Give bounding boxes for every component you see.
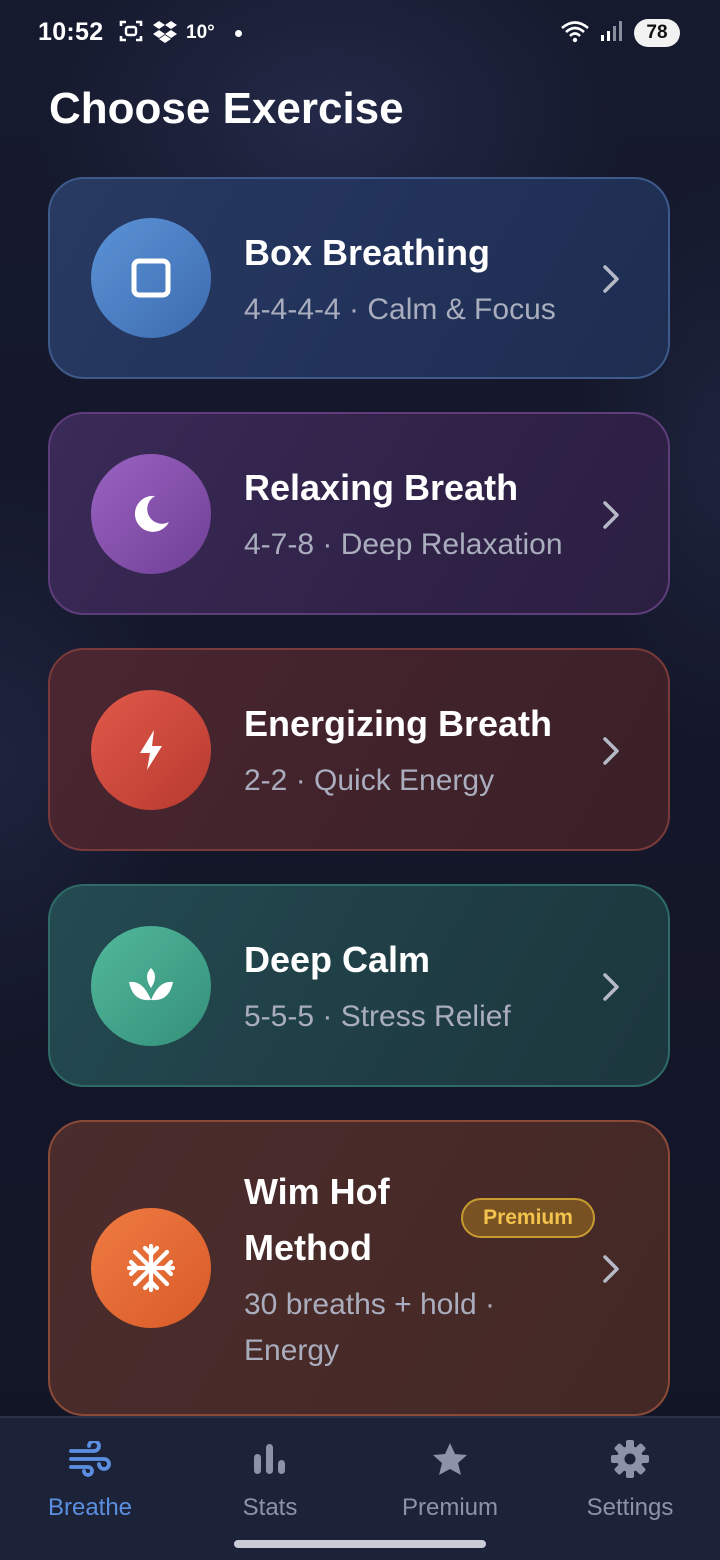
status-temperature: 10° [186, 22, 215, 43]
exercise-title: Deep Calm [244, 939, 431, 980]
chevron-right-icon [603, 501, 619, 529]
home-indicator[interactable] [234, 1540, 486, 1548]
chevron-right-icon [603, 973, 619, 1001]
nav-label: Premium [401, 1494, 498, 1521]
exercise-subtitle: 2-2 · Quick Energy [244, 764, 495, 797]
exercise-subtitle-line-2: Energy [244, 1334, 340, 1367]
lightning-icon [91, 690, 211, 810]
snowflake-icon [91, 1208, 211, 1328]
nav-label: Breathe [47, 1494, 133, 1521]
nav-item-breathe[interactable]: Breathe [0, 1418, 180, 1528]
square-icon [91, 218, 211, 338]
status-bar: 10:52 10° 78 [0, 0, 720, 68]
exercise-subtitle: 5-5-5 · Stress Relief [244, 1000, 511, 1033]
battery-indicator: 78 [634, 19, 680, 47]
exercise-card-deep-calm[interactable]: Deep Calm 5-5-5 · Stress Relief [48, 884, 670, 1087]
nav-item-settings[interactable]: Settings [540, 1418, 720, 1528]
dropbox-icon [152, 19, 178, 48]
screen-capture-icon [118, 18, 144, 49]
exercise-card-relaxing-breath[interactable]: Relaxing Breath 4-7-8 · Deep Relaxation [48, 412, 670, 615]
status-icons-left: 10° [118, 19, 242, 47]
exercise-subtitle-line-1: 30 breaths + hold · [244, 1288, 496, 1321]
page-title: Choose Exercise [49, 84, 404, 133]
exercise-subtitle: 4-7-8 · Deep Relaxation [244, 528, 563, 561]
wind-icon [68, 1438, 112, 1480]
chevron-right-icon [603, 265, 619, 293]
app-screen: 10:52 10° 78 Choose Exercise Box Breathi… [0, 0, 720, 1560]
exercise-card-box-breathing[interactable]: Box Breathing 4-4-4-4 · Calm & Focus [48, 177, 670, 379]
status-time: 10:52 [38, 18, 104, 46]
bottom-navigation: Breathe Stats Premium Settings [0, 1416, 720, 1560]
exercise-title-line-1: Wim Hof [244, 1171, 390, 1212]
star-icon [428, 1438, 472, 1480]
nav-item-premium[interactable]: Premium [360, 1418, 540, 1528]
exercise-title: Energizing Breath [244, 703, 553, 744]
gear-icon [608, 1438, 652, 1480]
wifi-icon [560, 19, 590, 48]
exercise-title: Box Breathing [244, 232, 491, 273]
chevron-right-icon [603, 1255, 619, 1283]
nav-item-stats[interactable]: Stats [180, 1418, 360, 1528]
bar-chart-icon [248, 1438, 292, 1480]
signal-icon [600, 19, 624, 48]
nav-label: Stats [242, 1494, 298, 1521]
exercise-card-energizing-breath[interactable]: Energizing Breath 2-2 · Quick Energy [48, 648, 670, 851]
status-icons-right: 78 [560, 18, 680, 48]
nav-label: Settings [586, 1494, 674, 1521]
lotus-icon [91, 926, 211, 1046]
moon-icon [91, 454, 211, 574]
exercise-subtitle: 4-4-4-4 · Calm & Focus [244, 293, 556, 326]
exercise-card-wim-hof-method[interactable]: Wim Hof Method Premium 30 breaths + hold… [48, 1120, 670, 1416]
notification-dot-icon [234, 29, 242, 37]
exercise-title: Relaxing Breath [244, 467, 519, 508]
exercise-title-line-2: Method [244, 1227, 372, 1268]
chevron-right-icon [603, 737, 619, 765]
premium-badge: Premium [461, 1198, 595, 1238]
